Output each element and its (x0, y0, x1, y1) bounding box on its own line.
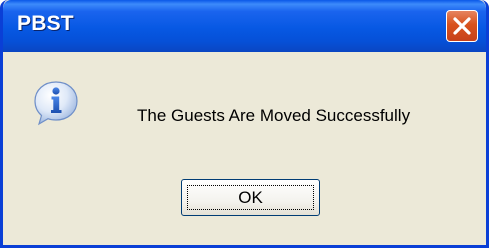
ok-button[interactable]: OK (181, 179, 320, 216)
dialog-body: The Guests Are Moved Successfully OK (3, 52, 486, 245)
dialog-title: PBST (17, 12, 74, 35)
info-icon (34, 81, 78, 126)
dialog-message: The Guests Are Moved Successfully (137, 106, 411, 125)
message-dialog: PBST The Guests Are Moved Successfully O… (0, 0, 489, 248)
ok-button-label: OK (238, 187, 263, 207)
title-bar[interactable]: PBST (3, 0, 486, 52)
close-button[interactable] (446, 10, 478, 42)
close-icon (453, 17, 471, 35)
